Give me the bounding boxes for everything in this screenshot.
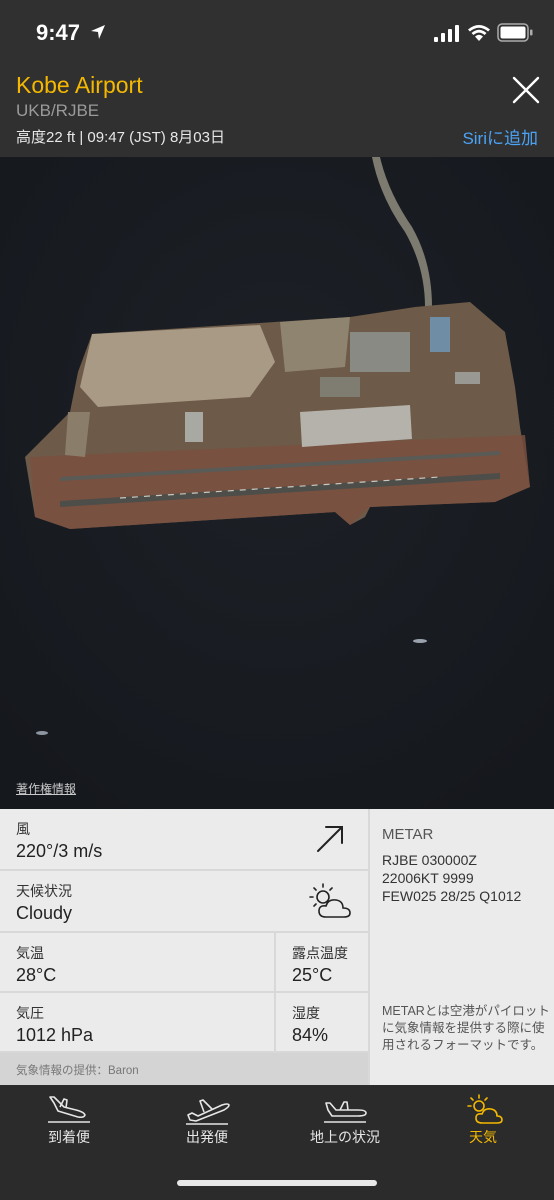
wind-label: 風 — [16, 821, 30, 837]
condition-label: 天候状況 — [16, 883, 72, 899]
metar-panel: METAR RJBE 030000Z 22006KT 9999 FEW025 2… — [370, 809, 554, 1085]
provider-text: 気象情報の提供：Baron — [16, 1065, 139, 1077]
tab-departures[interactable]: 出発便 — [138, 1085, 276, 1155]
airport-meta: 高度22 ft | 09:47 (JST) 8月03日 — [16, 129, 225, 146]
tab-label: 到着便 — [48, 1129, 90, 1145]
temperature-value: 28°C — [16, 965, 57, 985]
temperature-label: 気温 — [16, 945, 44, 961]
copyright-link[interactable]: 著作権情報 — [16, 780, 76, 797]
pressure-value: 1012 hPa — [16, 1025, 94, 1045]
location-arrow-icon — [91, 25, 105, 39]
partly-cloudy-icon — [309, 883, 351, 918]
condition-value: Cloudy — [16, 903, 73, 923]
home-indicator[interactable] — [177, 1180, 377, 1186]
add-to-siri-link[interactable]: Siriに追加 — [462, 124, 538, 149]
ground-plane-icon — [324, 1101, 367, 1123]
satellite-map[interactable]: 著作権情報 — [0, 157, 554, 809]
signal-icon — [434, 25, 459, 42]
humidity-cell: 湿度 84% — [276, 993, 368, 1051]
dew-point-label: 露点温度 — [292, 945, 348, 961]
condition-cell: 天候状況 Cloudy — [0, 871, 368, 931]
airport-code: UKB/RJBE — [16, 101, 100, 120]
weather-provider: 気象情報の提供：Baron — [0, 1053, 368, 1085]
pressure-label: 気圧 — [16, 1005, 44, 1021]
map-imagery — [0, 157, 554, 809]
wind-value: 220°/3 m/s — [16, 841, 103, 861]
tab-label: 天気 — [469, 1129, 497, 1145]
tab-arrivals[interactable]: 到着便 — [0, 1085, 138, 1155]
close-icon[interactable] — [510, 74, 542, 106]
humidity-label: 湿度 — [292, 1005, 320, 1021]
metar-line: RJBE 030000Z — [382, 852, 477, 868]
tab-label: 出発便 — [186, 1129, 228, 1145]
weather-icon — [467, 1094, 503, 1124]
dew-point-value: 25°C — [292, 965, 333, 985]
status-time: 9:47 — [36, 20, 81, 45]
wifi-icon — [468, 25, 490, 41]
wind-cell: 風 220°/3 m/s — [0, 809, 368, 869]
dew-point-cell: 露点温度 25°C — [276, 933, 368, 991]
battery-icon — [497, 23, 533, 42]
pressure-cell: 気圧 1012 hPa — [0, 993, 274, 1051]
airport-title: Kobe Airport — [16, 72, 143, 98]
tab-label: 地上の状況 — [310, 1129, 380, 1145]
temperature-cell: 気温 28°C — [0, 933, 274, 991]
status-bar: 9:47 — [0, 0, 554, 66]
tab-weather[interactable]: 天気 — [414, 1085, 552, 1155]
tab-ground[interactable]: 地上の状況 — [276, 1085, 414, 1155]
departure-plane-icon — [186, 1099, 230, 1125]
metar-description: METARとは空港がパイロットに気象情報を提供する際に使用されるフォーマットです… — [382, 1004, 550, 1052]
weather-panel: 風 220°/3 m/s 天候状況 Cloudy 気温 28°C 露点温度 25… — [0, 809, 554, 1085]
humidity-value: 84% — [292, 1025, 329, 1045]
wind-direction-arrow-icon — [317, 826, 343, 852]
metar-line: 22006KT 9999 — [382, 870, 474, 886]
metar-line: FEW025 28/25 Q1012 — [382, 888, 522, 904]
arrival-plane-icon — [48, 1096, 90, 1123]
metar-heading: METAR — [382, 826, 434, 843]
header-area: 9:47 Kobe Airport UKB/RJBE 高度22 ft | 09:… — [0, 0, 554, 157]
